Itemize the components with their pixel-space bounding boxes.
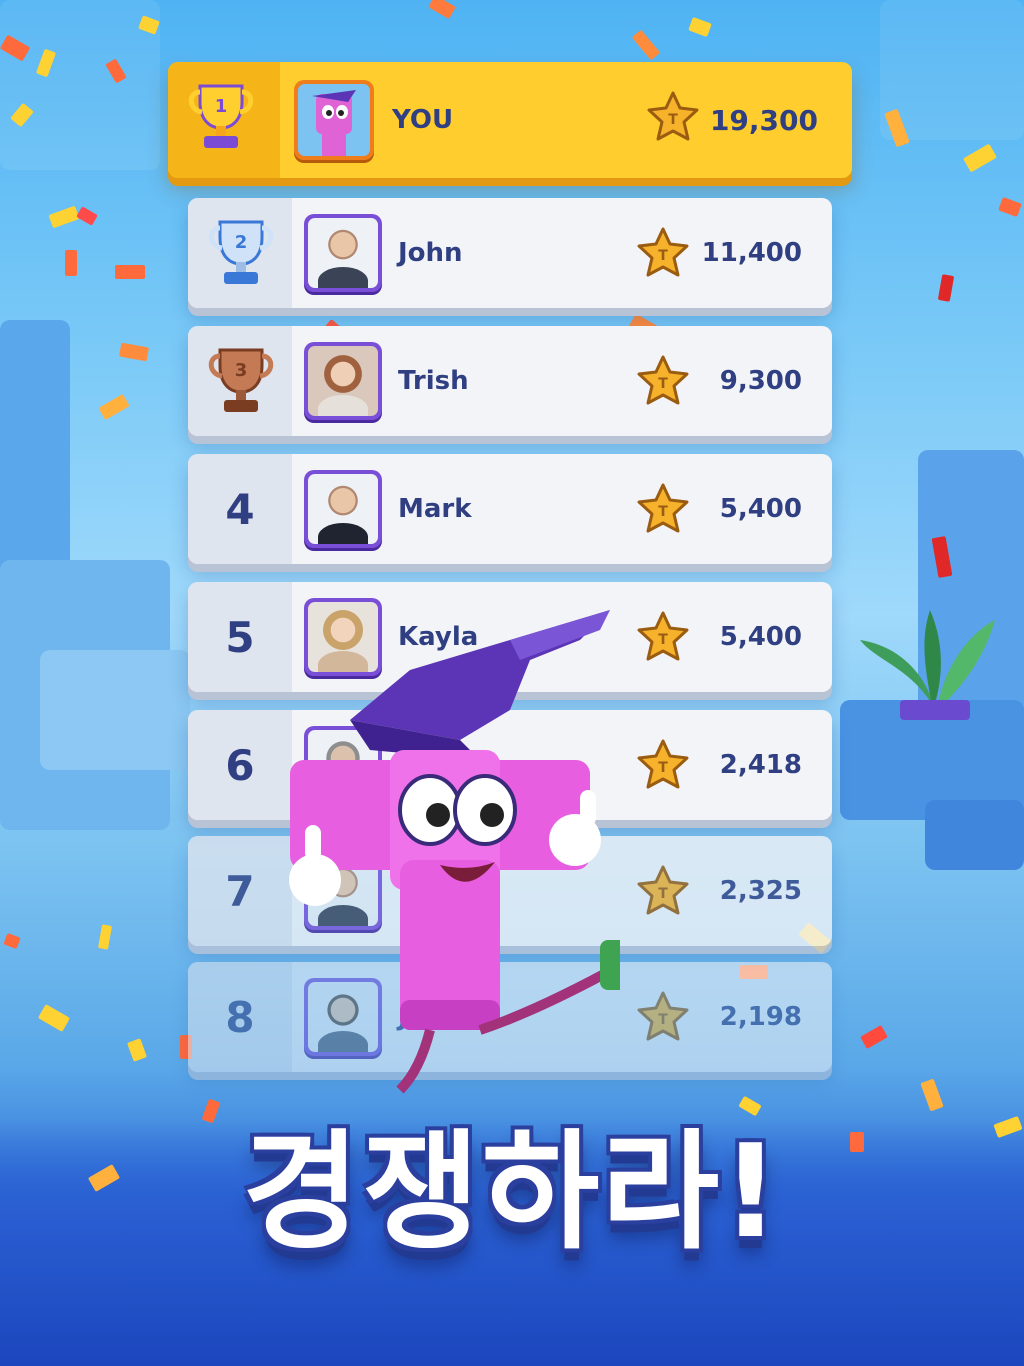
player-score: 9,300	[719, 366, 802, 396]
rank-cell: 8	[188, 962, 292, 1072]
rank-number: 7	[225, 866, 255, 916]
svg-text:T: T	[658, 248, 668, 264]
bronze-trophy-icon: 3	[208, 348, 274, 412]
svg-text:2: 2	[235, 232, 248, 253]
leaderboard-row[interactable]: 3 Trish T 9,300	[188, 326, 832, 436]
rank-cell: 4	[188, 454, 292, 564]
gold-trophy-icon: 1	[188, 84, 254, 148]
leaderboard-row-you[interactable]: 1 YOU T 19,300	[168, 62, 852, 178]
rank-number: 4	[225, 484, 255, 534]
star-coin-icon: T	[637, 483, 689, 533]
avatar[interactable]	[304, 470, 382, 548]
rank-number: 8	[225, 992, 255, 1042]
avatar[interactable]	[304, 214, 382, 292]
player-name: Trish	[398, 366, 469, 396]
player-name: YOU	[392, 105, 454, 135]
star-coin-icon: T	[637, 227, 689, 277]
rank-cell: 1	[168, 62, 280, 178]
svg-text:T: T	[658, 632, 668, 648]
rank-cell: 6	[188, 710, 292, 820]
rank-number: 6	[225, 740, 255, 790]
rank-cell: 2	[188, 198, 292, 308]
silver-trophy-icon: 2	[208, 220, 274, 284]
player-score: 2,198	[719, 1002, 802, 1032]
rank-cell: 3	[188, 326, 292, 436]
svg-text:T: T	[658, 1012, 668, 1028]
star-coin-icon: T	[637, 865, 689, 915]
leaderboard-row[interactable]: 4 Mark T 5,400	[188, 454, 832, 564]
star-coin-icon: T	[637, 739, 689, 789]
player-score: 19,300	[709, 103, 818, 137]
leaderboard-row[interactable]: 2 John T 11,400	[188, 198, 832, 308]
mascot-avatar-icon	[298, 84, 370, 156]
svg-text:T: T	[658, 760, 668, 776]
avatar[interactable]	[304, 342, 382, 420]
svg-text:T: T	[658, 504, 668, 520]
svg-text:T: T	[658, 886, 668, 902]
svg-text:T: T	[658, 376, 668, 392]
player-score: 11,400	[701, 238, 802, 268]
player-score: 2,418	[719, 750, 802, 780]
star-coin-icon: T	[637, 355, 689, 405]
svg-text:1: 1	[215, 96, 228, 117]
t-block-mascot	[289, 610, 620, 1094]
player-name: John	[398, 238, 463, 268]
star-coin-icon: T	[637, 611, 689, 661]
rank-number: 5	[225, 612, 255, 662]
star-coin-icon: T	[647, 91, 699, 141]
player-score: 5,400	[719, 622, 802, 652]
headline-title: 경쟁하라!	[242, 1117, 782, 1267]
svg-text:3: 3	[235, 360, 248, 381]
star-coin-icon: T	[637, 991, 689, 1041]
player-score: 5,400	[719, 494, 802, 524]
rank-cell: 7	[188, 836, 292, 946]
player-name: Mark	[398, 494, 472, 524]
player-score: 2,325	[719, 876, 802, 906]
avatar[interactable]	[294, 80, 374, 160]
svg-text:T: T	[668, 112, 678, 128]
rank-cell: 5	[188, 582, 292, 692]
